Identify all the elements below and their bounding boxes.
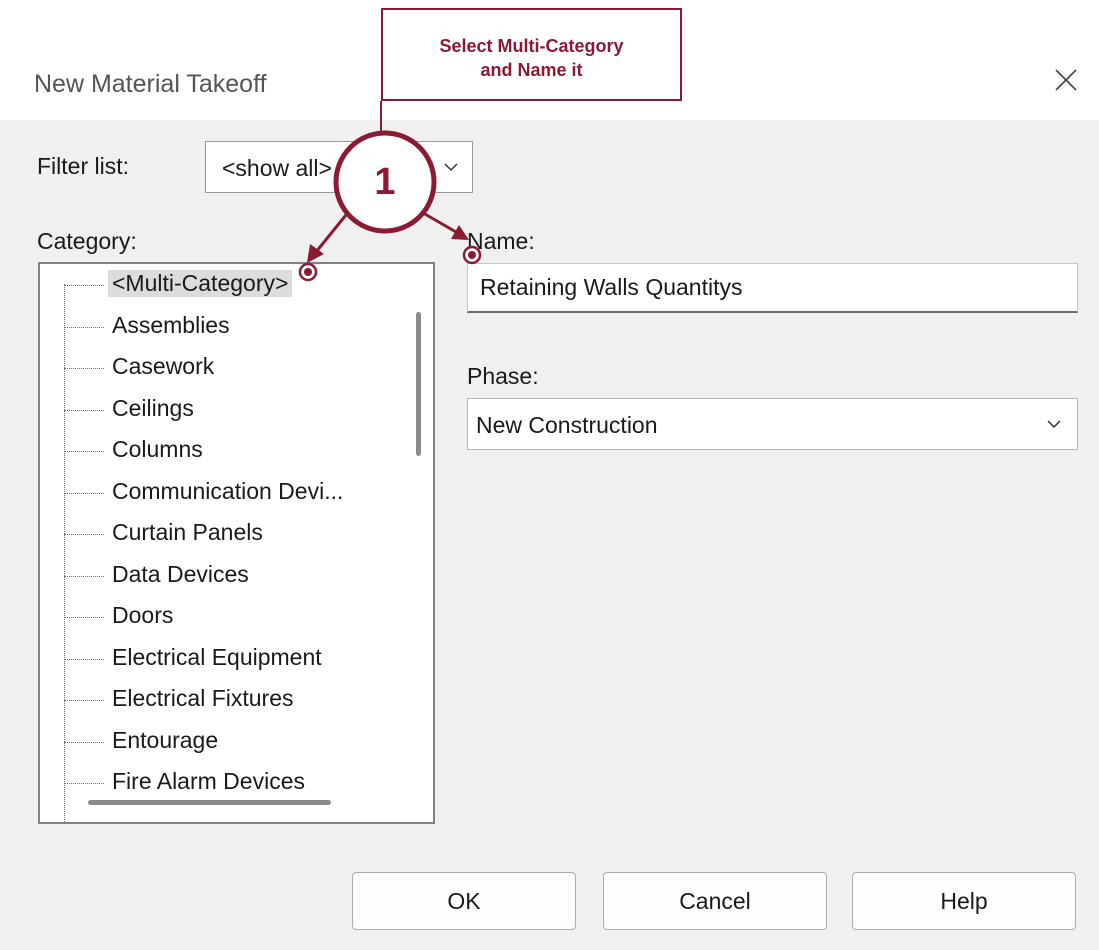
- step-number-badge: 1: [374, 160, 396, 203]
- callout-text-line-2: and Name it: [480, 60, 583, 80]
- annotation-overlay: [298, 101, 482, 282]
- callout-text-line-1: Select Multi-Category: [439, 36, 624, 56]
- annotation-callout: Select Multi-Category and Name it: [381, 8, 682, 101]
